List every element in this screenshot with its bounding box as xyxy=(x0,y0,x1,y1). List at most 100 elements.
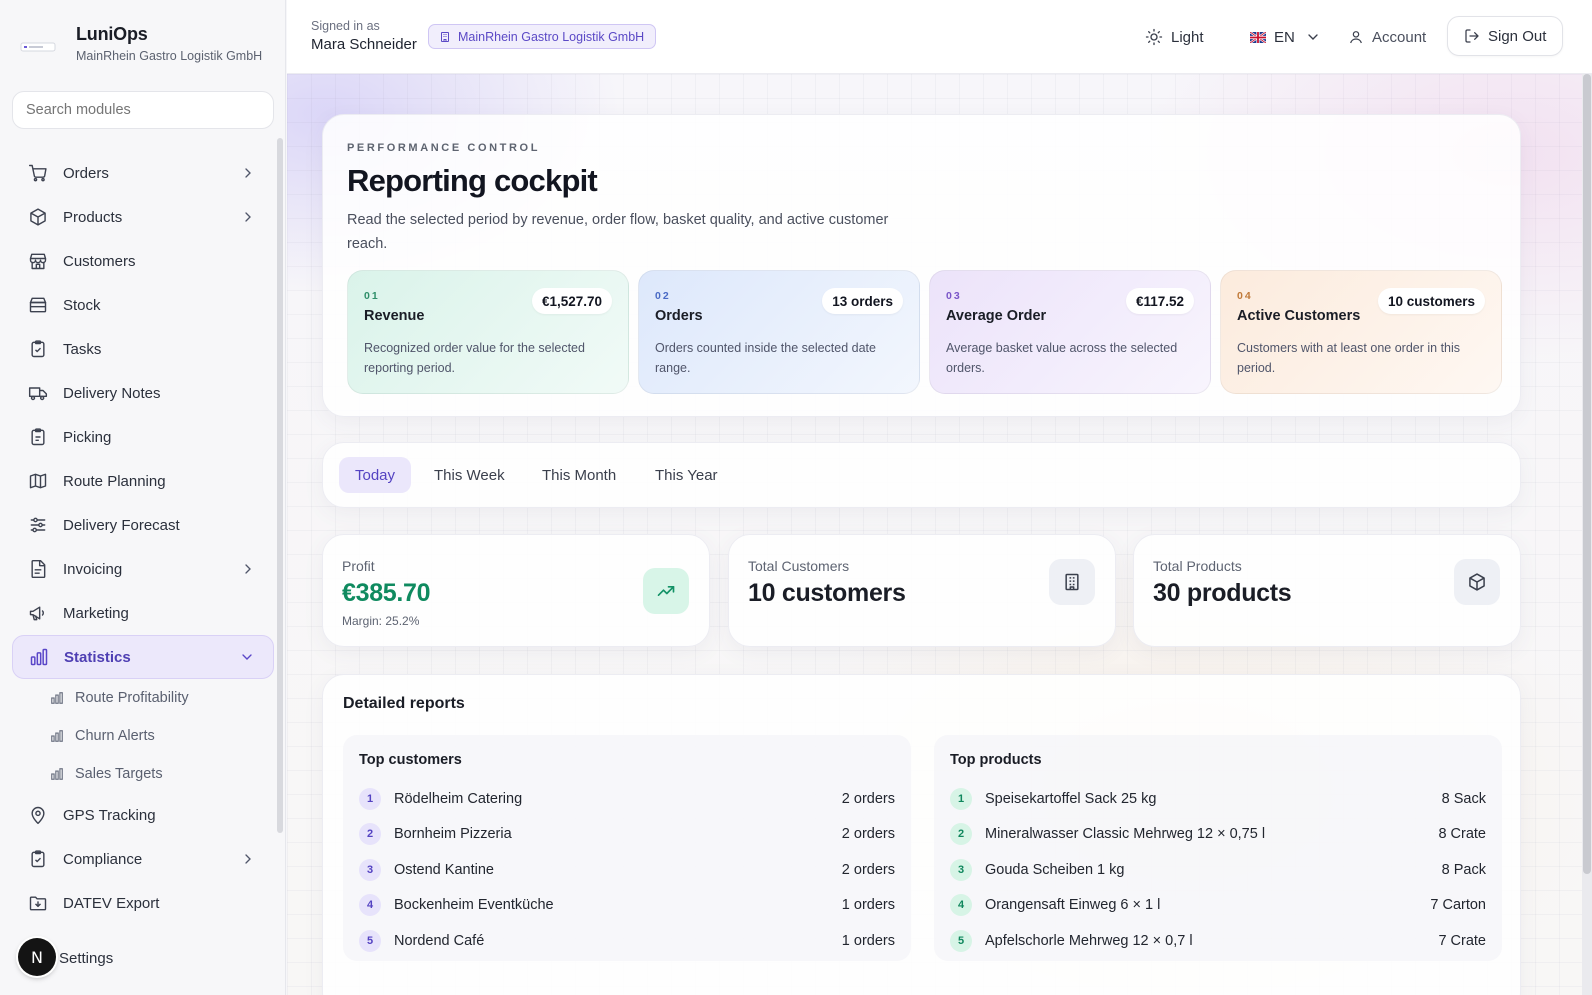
sidebar-item-route-planning[interactable]: Route Planning xyxy=(12,459,274,503)
list-item[interactable]: 1 Speisekartoffel Sack 25 kg 8 Sack xyxy=(950,781,1486,817)
file-text-icon xyxy=(31,559,46,579)
main-scrollbar-thumb[interactable] xyxy=(1583,74,1591,874)
sidebar-item-customers[interactable]: Customers xyxy=(12,239,274,283)
sidebar-nav: Orders Products Customers Stock Tasks De… xyxy=(12,151,274,925)
sidebar-item-label: Customers xyxy=(63,252,136,270)
sidebar-item-marketing[interactable]: Marketing xyxy=(12,591,274,635)
sidebar-item-label: Statistics xyxy=(64,648,131,666)
folder-download-icon xyxy=(29,896,47,911)
brand-logo-icon xyxy=(20,42,56,52)
sidebar-item-settings[interactable]: Settings xyxy=(59,950,113,967)
truck-icon xyxy=(28,387,48,401)
hero-description: Read the selected period by revenue, ord… xyxy=(347,212,889,252)
list-item[interactable]: 5 Apfelschorle Mehrweg 12 × 0,7 l 7 Crat… xyxy=(950,923,1486,959)
product-quantity: 7 Crate xyxy=(1438,932,1486,949)
top-customers-card: Top customers 1 Rödelheim Catering 2 ord… xyxy=(343,735,911,961)
sidebar-item-tasks[interactable]: Tasks xyxy=(12,327,274,371)
kpi-number: 03 xyxy=(946,290,962,302)
sidebar-item-label: Invoicing xyxy=(63,560,123,578)
tab-today[interactable]: Today xyxy=(339,457,412,493)
organization-badge[interactable]: MainRhein Gastro Logistik GmbH xyxy=(428,24,657,49)
clipboard-icon xyxy=(31,340,45,358)
sign-out-button[interactable]: Sign Out xyxy=(1447,16,1564,56)
sidebar-item-orders[interactable]: Orders xyxy=(12,151,274,195)
reporting-hero-panel: PERFORMANCE CONTROL Reporting cockpit Re… xyxy=(322,114,1521,417)
sidebar-subitem-label: Sales Targets xyxy=(75,766,163,782)
rank-badge: 1 xyxy=(359,787,381,810)
kpi-name: Revenue xyxy=(364,308,425,324)
sidebar-item-invoicing[interactable]: Invoicing xyxy=(12,547,274,591)
box-icon xyxy=(30,208,46,226)
rank-badge: 5 xyxy=(950,929,972,952)
sidebar-item-label: Delivery Forecast xyxy=(63,516,180,534)
page-title: Reporting cockpit xyxy=(347,163,598,198)
sidebar-item-statistics[interactable]: Statistics xyxy=(12,635,274,679)
top-products-list: 1 Speisekartoffel Sack 25 kg 8 Sack 2 Mi… xyxy=(950,781,1486,959)
tab-this-year[interactable]: This Year xyxy=(639,457,734,493)
avatar[interactable]: N xyxy=(18,938,56,976)
store-icon xyxy=(29,253,47,270)
sign-out-label: Sign Out xyxy=(1488,27,1547,45)
customer-name: Bornheim Pizzeria xyxy=(394,826,512,843)
sidebar-item-delivery-notes[interactable]: Delivery Notes xyxy=(12,371,274,415)
archive-icon xyxy=(29,297,47,313)
kpi-number: 02 xyxy=(655,290,671,302)
sidebar-item-delivery-forecast[interactable]: Delivery Forecast xyxy=(12,503,274,547)
chevron-down-icon xyxy=(242,654,252,660)
box-icon xyxy=(1454,559,1500,605)
detailed-reports-panel: Detailed reports Top customers 1 Rödelhe… xyxy=(322,674,1521,995)
kpi-card-revenue: 01 Revenue €1,527.70 Recognized order va… xyxy=(347,270,629,394)
bar-chart-icon xyxy=(51,692,63,704)
sidebar-item-products[interactable]: Products xyxy=(12,195,274,239)
tab-this-month[interactable]: This Month xyxy=(526,457,632,493)
tab-this-week[interactable]: This Week xyxy=(418,457,521,493)
account-button[interactable]: Account xyxy=(1348,16,1426,58)
list-item[interactable]: 3 Gouda Scheiben 1 kg 8 Pack xyxy=(950,852,1486,888)
sidebar-subitem-churn-alerts[interactable]: Churn Alerts xyxy=(12,717,274,755)
list-item[interactable]: 4 Bockenheim Eventküche 1 orders xyxy=(359,888,895,924)
kpi-value: 13 orders xyxy=(822,288,903,314)
kpi-value: €117.52 xyxy=(1125,288,1194,314)
uk-flag-icon xyxy=(1250,31,1266,43)
sidebar-item-label: Products xyxy=(63,208,123,226)
sidebar-subitem-label: Route Profitability xyxy=(75,690,189,706)
list-item[interactable]: 2 Bornheim Pizzeria 2 orders xyxy=(359,817,895,853)
product-name: Apfelschorle Mehrweg 12 × 0,7 l xyxy=(985,932,1193,949)
signed-in-label: Signed in as xyxy=(311,19,380,33)
theme-toggle-button[interactable]: Light xyxy=(1145,16,1204,58)
sidebar-item-stock[interactable]: Stock xyxy=(12,283,274,327)
sidebar-item-gps-tracking[interactable]: GPS Tracking xyxy=(12,793,274,837)
sidebar-item-compliance[interactable]: Compliance xyxy=(12,837,274,881)
bar-chart-icon xyxy=(30,648,48,666)
clipboard-icon xyxy=(31,850,45,868)
order-count: 2 orders xyxy=(841,861,895,878)
product-quantity: 7 Carton xyxy=(1430,897,1486,914)
user-name: Mara Schneider xyxy=(311,36,417,53)
kpi-card-orders: 02 Orders 13 orders Orders counted insid… xyxy=(638,270,920,394)
map-icon xyxy=(29,473,47,489)
customer-name: Nordend Café xyxy=(394,932,485,949)
account-label: Account xyxy=(1372,28,1427,46)
list-item[interactable]: 5 Nordend Café 1 orders xyxy=(359,923,895,959)
sidebar-subitem-sales-targets[interactable]: Sales Targets xyxy=(12,755,274,793)
sidebar-scrollbar[interactable] xyxy=(277,138,283,833)
product-name: Mineralwasser Classic Mehrweg 12 × 0,75 … xyxy=(985,826,1266,843)
main-scrollbar[interactable] xyxy=(1582,74,1592,995)
sidebar-subitem-route-profitability[interactable]: Route Profitability xyxy=(12,679,274,717)
list-item[interactable]: 3 Ostend Kantine 2 orders xyxy=(359,852,895,888)
list-item[interactable]: 2 Mineralwasser Classic Mehrweg 12 × 0,7… xyxy=(950,817,1486,853)
bar-chart-icon xyxy=(51,768,63,780)
kpi-number: 01 xyxy=(364,290,380,302)
search-input[interactable] xyxy=(12,91,274,129)
brand[interactable]: LuniOps MainRhein Gastro Logistik GmbH xyxy=(20,24,262,63)
sidebar-item-datev-export[interactable]: DATEV Export xyxy=(12,881,274,925)
sidebar-item-picking[interactable]: Picking xyxy=(12,415,274,459)
product-quantity: 8 Sack xyxy=(1441,790,1486,807)
list-item[interactable]: 4 Orangensaft Einweg 6 × 1 l 7 Carton xyxy=(950,888,1486,924)
list-item[interactable]: 1 Rödelheim Catering 2 orders xyxy=(359,781,895,817)
section-title: Detailed reports xyxy=(343,695,465,712)
product-quantity: 8 Pack xyxy=(1441,861,1486,878)
sidebar: LuniOps MainRhein Gastro Logistik GmbH O… xyxy=(0,0,286,995)
building-icon xyxy=(1049,559,1095,605)
language-select[interactable]: EN xyxy=(1250,16,1321,58)
